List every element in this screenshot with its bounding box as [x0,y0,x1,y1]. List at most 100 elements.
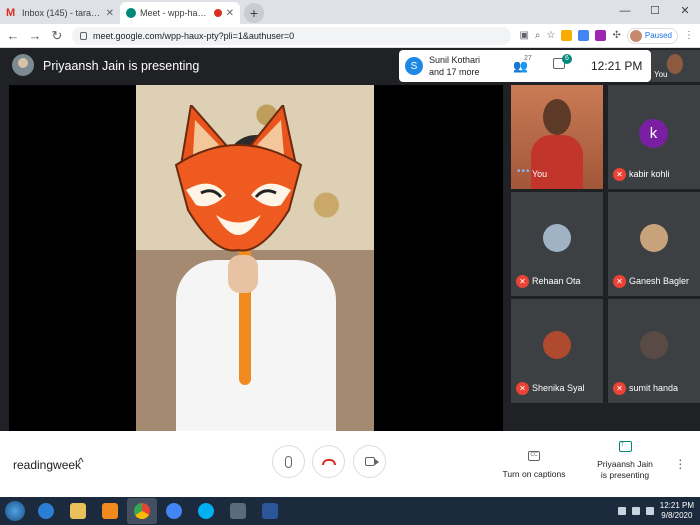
volume-icon[interactable] [645,507,654,515]
camera-permission-icon[interactable]: ▣ [519,30,528,41]
window-controls: — ☐ ✕ [610,0,700,22]
participant-tiles: ••• You k ✕ kabir kohli ✕ Rehaan Ota ✕ G… [511,85,700,431]
menu-kebab-icon[interactable]: ⋮ [684,30,694,41]
participant-tile[interactable]: ✕ sumit handa [608,299,700,403]
network-icon[interactable] [631,507,640,515]
chrome-profile-icon [166,503,182,519]
star-icon[interactable]: ☆ [547,30,556,41]
avatar [543,331,571,359]
presentation-stage [9,85,503,431]
notification-text: Sunil Kothari and 17 more [429,54,480,78]
taskbar-item[interactable] [95,498,125,524]
extension-icon[interactable] [595,30,607,41]
mic-off-icon: ✕ [613,382,626,395]
taskbar-clock[interactable]: 12:21 PM 9/8/2020 [660,501,694,521]
tab-label: Inbox (145) - tarannum@theindi [22,8,102,18]
extension-icon[interactable] [578,30,590,41]
chrome-icon [134,503,150,519]
leave-call-button[interactable] [312,445,345,478]
participant-tile-you[interactable]: ••• You [511,85,603,189]
meeting-clock: 12:21 PM [591,59,643,73]
participant-name: kabir kohli [629,169,670,179]
self-view-thumbnail[interactable]: You [651,50,700,82]
skype-icon [198,503,214,519]
participant-tile[interactable]: k ✕ kabir kohli [608,85,700,189]
participant-name: You [532,169,548,179]
avatar: S [405,57,423,75]
notification-line2: and 17 more [429,67,480,77]
self-label: You [654,70,668,79]
camera-button[interactable] [353,445,386,478]
participant-tile[interactable]: ✕ Ganesh Bagler [608,192,700,296]
tab-gmail-inbox[interactable]: M Inbox (145) - tarannum@theindi ✕ [0,2,120,24]
self-face [543,99,571,135]
url-text: meet.google.com/wpp-haux-pty?pli=1&authu… [93,30,295,41]
close-icon[interactable]: ✕ [106,8,114,19]
extension-bar: ▣ ⌕ ☆ ✣ Paused ⋮ [519,27,694,44]
hang-up-icon [321,458,336,465]
fox-mask-icon [174,105,303,252]
mic-off-icon: ✕ [516,382,529,395]
notification-line1: Sunil Kothari [429,55,481,65]
meet-icon [126,8,136,18]
extension-icon[interactable] [561,30,573,41]
closed-captions-icon: CC [528,451,540,461]
participant-tile[interactable]: ✕ Shenika Syal [511,299,603,403]
chat-badge: 6 [562,54,572,64]
minimize-icon[interactable]: — [610,0,640,22]
people-count: 27 [524,55,532,62]
taskbar-item[interactable] [63,498,93,524]
tray-up-icon[interactable] [617,507,626,515]
zoom-icon[interactable]: ⌕ [535,30,541,41]
recording-indicator-icon [213,9,222,17]
self-face [667,54,683,74]
reload-icon[interactable]: ↻ [50,28,64,44]
windows-orb-icon [5,501,25,521]
self-body [531,135,583,189]
meeting-info-panel: 👥 27 6 12:21 PM [499,50,651,82]
new-tab-button[interactable]: + [244,3,264,23]
taskbar-item[interactable] [191,498,221,524]
tab-meet[interactable]: Meet - wpp-haux-pty ✕ [120,2,240,24]
participant-tile[interactable]: ✕ Rehaan Ota [511,192,603,296]
mic-off-icon: ✕ [613,168,626,181]
more-options-icon[interactable]: · · · [678,452,683,474]
participant-name: Shenika Syal [532,383,585,393]
presenting-button[interactable]: Priyaansh Jain is presenting [594,439,656,481]
microphone-button[interactable] [272,445,305,478]
app-icon [230,503,246,519]
taskbar-item[interactable] [159,498,189,524]
avatar: k [639,119,668,148]
close-icon[interactable]: ✕ [226,8,234,19]
browser-tab-strip: M Inbox (145) - tarannum@theindi ✕ Meet … [0,0,700,24]
meeting-name[interactable]: readingweek [13,458,81,472]
speaking-indicator-icon: ••• [517,166,531,177]
camera-icon [364,457,379,466]
taskbar-item[interactable] [255,498,285,524]
taskbar-item[interactable] [223,498,253,524]
puzzle-icon[interactable]: ✣ [612,30,620,41]
taskbar-item[interactable] [31,498,61,524]
avatar [543,224,571,252]
maximize-icon[interactable]: ☐ [640,0,670,22]
avatar [640,331,668,359]
gmail-icon: M [6,7,16,19]
back-arrow-icon[interactable]: ← [6,28,20,43]
avatar [640,224,668,252]
profile-button[interactable]: Paused [626,27,678,44]
media-player-icon [102,503,118,519]
presenting-label: Priyaansh Jain is presenting [594,459,656,481]
start-button[interactable] [0,497,30,525]
chevron-up-icon[interactable]: ^ [78,455,84,469]
mic-off-icon: ✕ [613,275,626,288]
system-tray: 12:21 PM 9/8/2020 [617,497,694,525]
captions-button[interactable]: CC Turn on captions [500,447,568,479]
url-input[interactable]: meet.google.com/wpp-haux-pty?pli=1&authu… [72,26,512,45]
taskbar-item[interactable] [127,498,157,524]
close-window-icon[interactable]: ✕ [670,0,700,22]
lock-icon [80,31,87,40]
join-notification[interactable]: S Sunil Kothari and 17 more [399,50,499,82]
taskbar-time: 12:21 PM [659,501,694,510]
forward-arrow-icon[interactable]: → [28,28,42,43]
hand-shape [228,255,258,293]
